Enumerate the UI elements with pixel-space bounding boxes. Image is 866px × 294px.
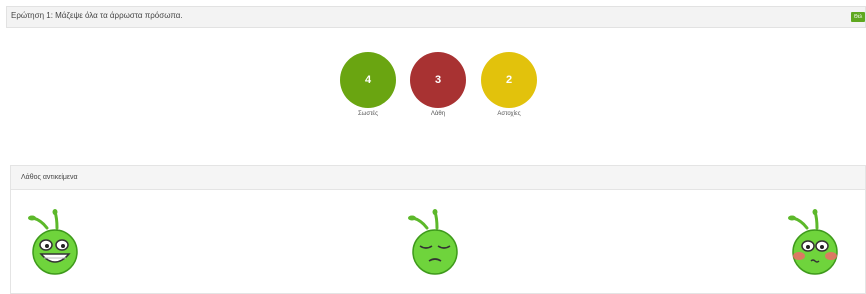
missed-stat: 2 Αστοχίες	[481, 52, 537, 117]
wrong-items-panel: Λάθος αντικείμενα	[10, 165, 866, 294]
wrong-items-header: Λάθος αντικείμενα	[11, 166, 865, 190]
correct-label: Σωστές	[357, 111, 379, 117]
wrong-label: Λάθη	[430, 111, 446, 117]
grinning-alien-face-icon[interactable]	[27, 208, 83, 276]
correct-stat: 4 Σωστές	[340, 52, 396, 117]
missed-label: Αστοχίες	[497, 111, 521, 117]
question-title: Ερώτηση 1: Μάζεψε όλα τα άρρωστα πρόσωπα…	[11, 11, 183, 20]
next-button[interactable]: Θέλ	[851, 12, 865, 22]
sleepy-alien-face-icon[interactable]	[407, 208, 463, 276]
results-summary: 4 Σωστές 3 Λάθη 2 Αστοχίες	[0, 52, 866, 122]
correct-count: 4	[340, 52, 396, 108]
wrong-count: 3	[410, 52, 466, 108]
question-bar: Ερώτηση 1: Μάζεψε όλα τα άρρωστα πρόσωπα…	[6, 6, 866, 28]
wrong-stat: 3 Λάθη	[410, 52, 466, 117]
missed-count: 2	[481, 52, 537, 108]
blushing-alien-face-icon[interactable]	[787, 208, 843, 276]
